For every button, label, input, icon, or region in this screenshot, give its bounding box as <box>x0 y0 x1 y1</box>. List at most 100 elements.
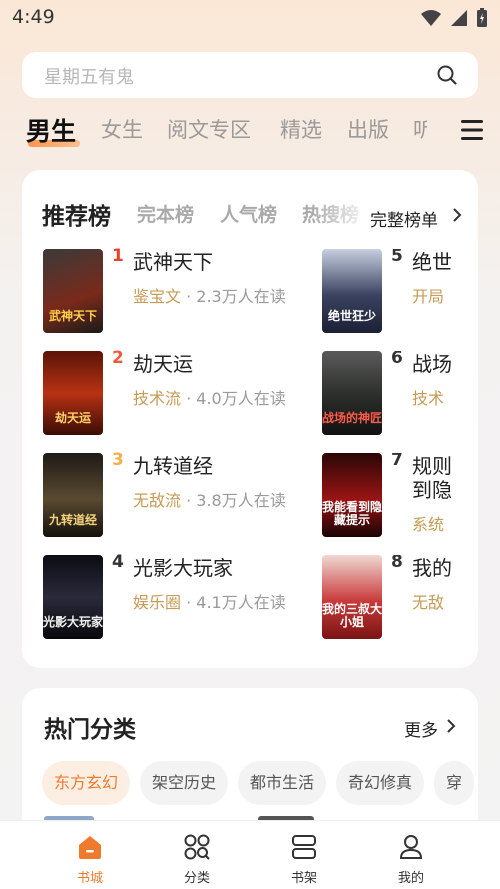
section-title: 热门分类 <box>44 717 136 743</box>
channel-tabs: 男生 女生 阅文专区 精选 出版 听 <box>0 110 500 154</box>
nav-bookshelf[interactable]: 书架 <box>264 821 344 889</box>
book-genre: 系统 <box>412 515 445 534</box>
chip-cultivation[interactable]: 奇幻修真 <box>336 761 425 805</box>
tab-recommend-rank[interactable]: 推荐榜 <box>42 197 111 231</box>
book-cover: 我能看到隐藏提示 <box>322 453 382 537</box>
book-title: 九转道经 <box>133 454 213 478</box>
book-meta: 娱乐圈 · 4.1万人在读 <box>133 589 286 613</box>
book-item[interactable]: 武神天下 1 武神天下 鉴宝文 · 2.3万人在读 <box>43 246 303 335</box>
cover-title: 九转道经 <box>48 513 97 527</box>
rank-number: 1 <box>112 246 124 266</box>
tab-popular-rank[interactable]: 人气榜 <box>220 200 277 227</box>
wifi-icon <box>421 10 441 26</box>
book-title: 规则 <box>412 454 452 478</box>
book-cover: 劫天运 <box>43 351 103 435</box>
cover-title: 绝世狂少 <box>327 309 376 323</box>
nav-label: 我的 <box>397 871 424 886</box>
book-meta: 技术流 · 4.0万人在读 <box>133 385 286 409</box>
chip-eastern-fantasy[interactable]: 东方玄幻 <box>42 761 131 805</box>
book-genre: 鉴宝文 <box>133 287 182 306</box>
search-placeholder: 星期五有鬼 <box>44 67 134 88</box>
status-time: 4:49 <box>12 6 55 28</box>
rank-number: 3 <box>112 450 124 470</box>
nav-bookstore[interactable]: 书城 <box>50 821 130 889</box>
book-cover: 绝世狂少 <box>322 249 382 333</box>
status-icons <box>420 8 488 28</box>
book-genre: 娱乐圈 <box>133 593 182 612</box>
book-title: 光影大玩家 <box>133 556 233 580</box>
category-chips: 东方玄幻 架空历史 都市生活 奇幻修真 穿 <box>42 761 478 807</box>
battery-icon <box>477 8 487 27</box>
bookstore-icon <box>79 836 101 859</box>
chevron-right-icon <box>453 208 462 222</box>
chip-urban-life[interactable]: 都市生活 <box>238 761 327 805</box>
tab-finished-rank[interactable]: 完本榜 <box>137 200 194 227</box>
rank-number: 6 <box>391 351 403 368</box>
rank-number: 2 <box>112 348 124 368</box>
book-item[interactable]: 劫天运 2 劫天运 技术流 · 4.0万人在读 <box>43 348 303 437</box>
chip-more[interactable]: 穿 <box>434 761 475 805</box>
book-genre: 无敌 <box>412 593 445 612</box>
nav-profile[interactable]: 我的 <box>371 821 451 889</box>
book-genre: 技术 <box>412 389 445 408</box>
book-title: 武神天下 <box>133 250 213 274</box>
menu-icon[interactable] <box>460 118 484 142</box>
rank-number: 7 <box>391 453 403 470</box>
status-bar: 4:49 <box>0 0 500 36</box>
book-title: 我的 <box>412 556 452 580</box>
cover-title: 劫天运 <box>54 411 91 425</box>
cover-title: 武神天下 <box>48 309 97 323</box>
book-genre: 无敌流 <box>133 491 182 510</box>
book-meta: 技术 <box>412 385 444 409</box>
nav-label: 分类 <box>183 871 210 886</box>
book-item[interactable]: 九转道经 3 九转道经 无敌流 · 3.8万人在读 <box>43 450 303 539</box>
tab-audio[interactable]: 听 <box>413 114 427 144</box>
ranking-card: 推荐榜 完本榜 人气榜 热搜榜 完整榜单 武神天下 1 武神天下 鉴宝文 · 2… <box>22 170 478 668</box>
book-meta: 无敌 <box>412 589 444 613</box>
tab-male[interactable]: 男生 <box>26 112 76 148</box>
rank-number: 5 <box>391 249 403 266</box>
tabs-fade <box>312 194 372 238</box>
book-readers: · 4.0万人在读 <box>181 389 286 408</box>
tab-yuewen[interactable]: 阅文专区 <box>167 114 251 144</box>
bottom-nav: 书城 分类 书架 我的 <box>0 821 500 889</box>
book-meta: 无敌流 · 3.8万人在读 <box>133 487 286 511</box>
book-item[interactable]: 光影大玩家 4 光影大玩家 娱乐圈 · 4.1万人在读 <box>43 552 303 641</box>
cover-title: 战场的神匠 <box>322 411 382 425</box>
book-title: 战场 <box>412 352 452 376</box>
book-readers: · 3.8万人在读 <box>181 491 286 510</box>
profile-icon <box>399 835 423 859</box>
cover-title: 我能看到隐藏提示 <box>322 500 382 527</box>
nav-label: 书城 <box>76 871 103 886</box>
book-meta: 系统 <box>412 511 444 535</box>
chevron-right-icon <box>447 719 456 733</box>
book-genre: 开局 <box>412 287 445 306</box>
search-bar[interactable]: 星期五有鬼 <box>22 52 478 98</box>
tab-publish[interactable]: 出版 <box>347 114 389 144</box>
book-item[interactable]: 我的三叔大小姐 8 我的 无敌 <box>322 555 478 641</box>
book-item[interactable]: 我能看到隐藏提示 7 规则 到隐 系统 <box>322 453 478 543</box>
full-list-link[interactable]: 完整榜单 <box>370 206 438 231</box>
book-readers: · 4.1万人在读 <box>181 593 286 612</box>
book-item[interactable]: 绝世狂少 5 绝世 开局 <box>322 249 478 335</box>
book-item[interactable]: 战场的神匠 6 战场 技术 <box>322 351 478 437</box>
book-cover: 武神天下 <box>43 249 103 333</box>
more-link[interactable]: 更多 <box>404 716 438 741</box>
book-readers: · 2.3万人在读 <box>181 287 286 306</box>
tab-featured[interactable]: 精选 <box>280 114 322 144</box>
search-icon[interactable] <box>436 64 458 86</box>
book-title: 劫天运 <box>133 352 193 376</box>
book-genre: 技术流 <box>133 389 182 408</box>
nav-category[interactable]: 分类 <box>157 821 237 889</box>
rank-number: 4 <box>112 552 124 572</box>
book-meta: 鉴宝文 · 2.3万人在读 <box>133 283 286 307</box>
cover-title: 光影大玩家 <box>43 615 103 629</box>
cover-title: 我的三叔大小姐 <box>322 602 382 629</box>
book-cover: 我的三叔大小姐 <box>322 555 382 639</box>
tab-female[interactable]: 女生 <box>101 114 143 144</box>
nav-label: 书架 <box>290 871 317 886</box>
rank-number: 8 <box>391 555 403 572</box>
book-cover: 九转道经 <box>43 453 103 537</box>
chip-alt-history[interactable]: 架空历史 <box>140 761 229 805</box>
bookshelf-icon <box>292 835 316 859</box>
